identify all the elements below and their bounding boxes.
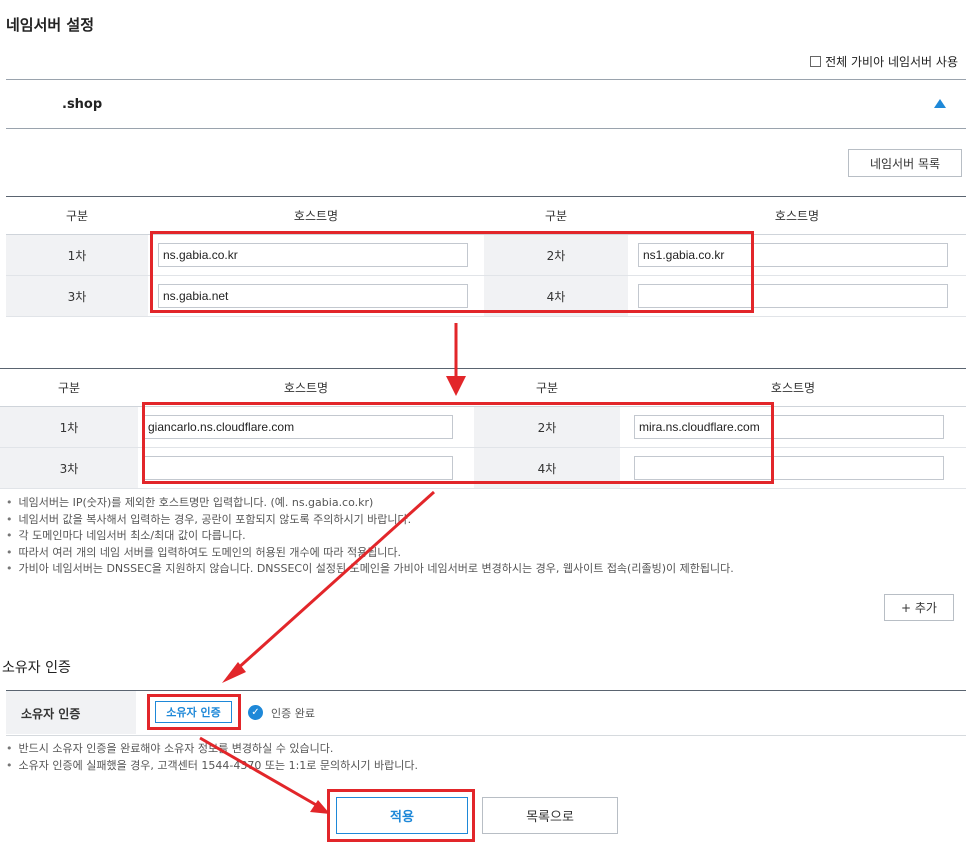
down-arrow-icon [446, 376, 466, 396]
annotation-arrows [199, 323, 466, 814]
